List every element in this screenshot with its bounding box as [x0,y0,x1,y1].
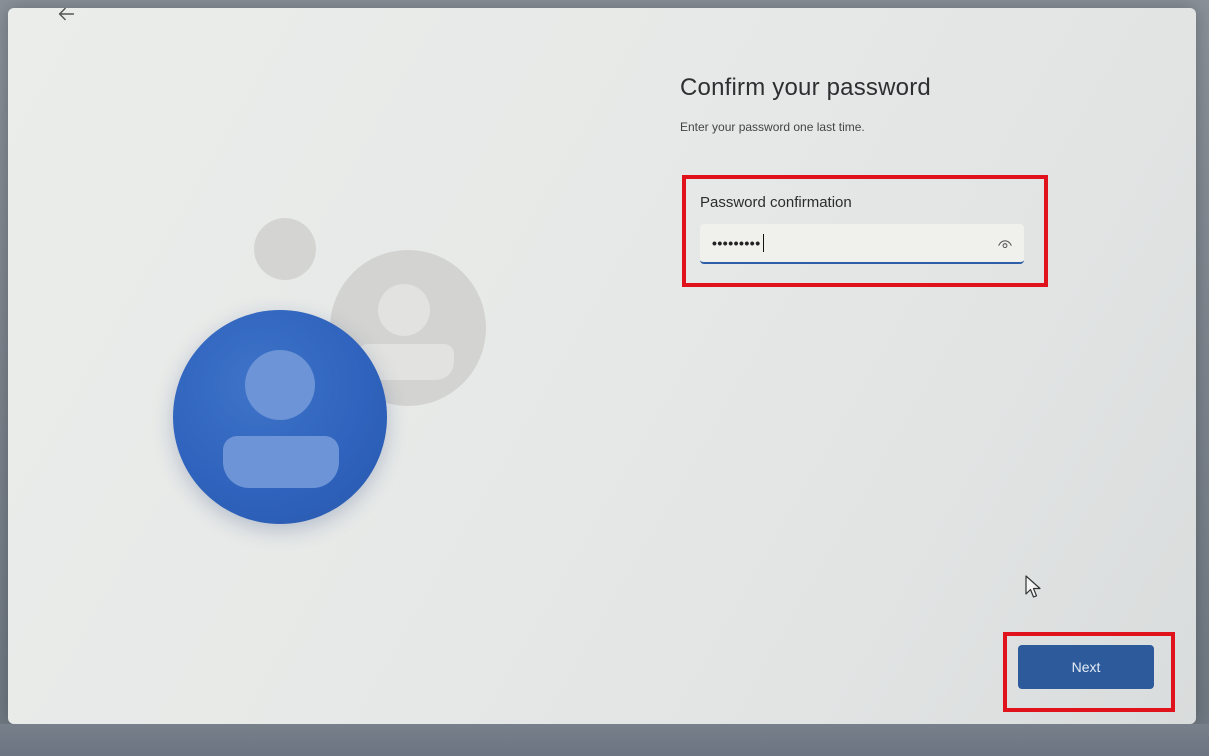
page-subtitle: Enter your password one last time. [680,120,865,134]
next-button[interactable]: Next [1018,645,1154,689]
password-confirmation-field[interactable]: ••••••••• [700,224,1024,264]
account-illustration [8,8,608,724]
screen: Confirm your password Enter your passwor… [0,0,1209,756]
password-confirmation-label: Password confirmation [700,194,852,211]
page-title: Confirm your password [680,74,931,101]
password-value: ••••••••• [712,235,761,251]
blue-avatar-icon [173,310,387,524]
text-caret [762,234,764,252]
oobe-window: Confirm your password Enter your passwor… [8,8,1196,724]
eye-icon [998,240,1012,249]
decorative-circle [254,218,316,280]
reveal-password-button[interactable] [996,235,1014,253]
screen-bottom-edge [0,724,1209,756]
mouse-pointer-icon [1025,575,1041,598]
